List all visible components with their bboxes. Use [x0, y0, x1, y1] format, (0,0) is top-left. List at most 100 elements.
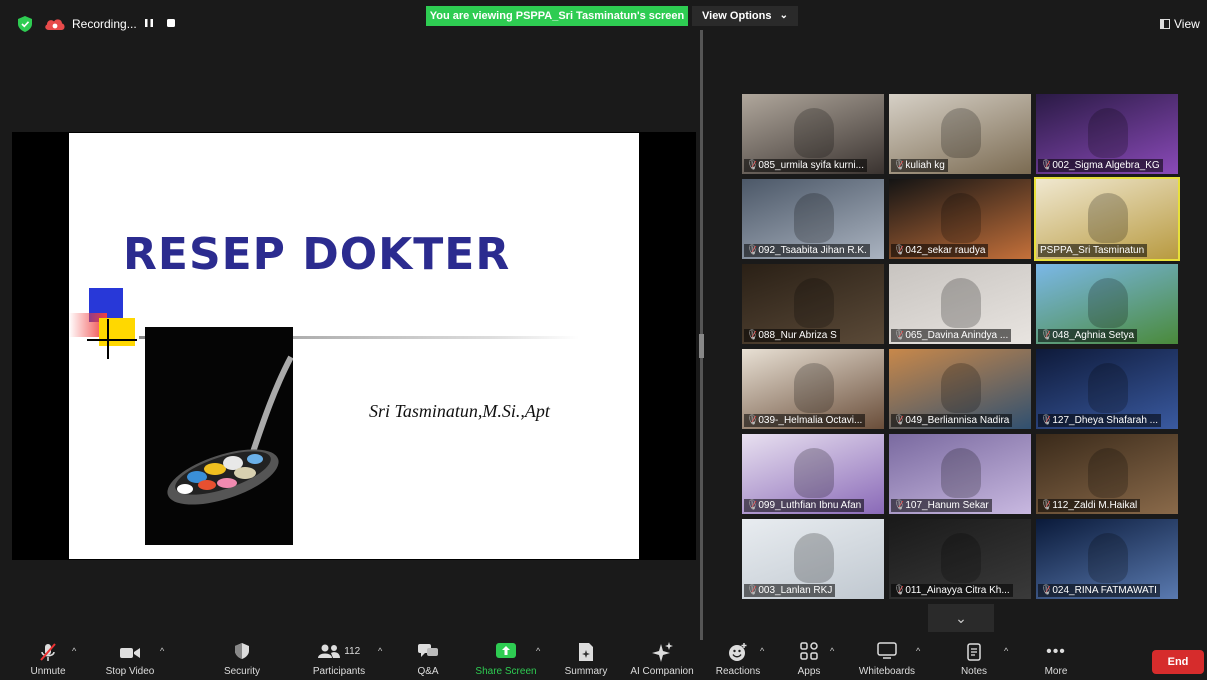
view-options-button[interactable]: View Options ⌄ — [692, 6, 798, 26]
chevron-down-icon: ⌄ — [779, 10, 788, 21]
participants-label: Participants — [312, 666, 366, 677]
gallery-next-page-button[interactable]: ⌄ — [928, 604, 994, 632]
cloud-recording-icon[interactable] — [44, 16, 66, 32]
unmute-button[interactable]: Unmute — [22, 640, 74, 680]
microphone-muted-icon: 🎙 — [893, 585, 906, 596]
whiteboards-button[interactable]: Whiteboards — [852, 640, 922, 680]
participants-button[interactable]: 112 Participants — [304, 640, 374, 680]
microphone-muted-icon: 🎙 — [893, 245, 906, 256]
participant-silhouette — [794, 448, 834, 498]
notes-button[interactable]: Notes — [952, 640, 996, 680]
participant-name-text: kuliah kg — [905, 160, 945, 171]
participant-name: 🎙⁄ 048_Aghnia Setya — [1038, 329, 1138, 342]
shield-icon — [218, 642, 266, 662]
audio-options-caret-icon[interactable]: ^ — [72, 646, 76, 656]
qa-label: Q&A — [417, 666, 439, 677]
pause-recording-icon[interactable] — [144, 18, 154, 28]
share-screen-button[interactable]: Share Screen — [472, 640, 540, 680]
microphone-muted-icon: 🎙 — [1040, 330, 1053, 341]
participant-silhouette — [941, 448, 981, 498]
participant-name-text: 049_Berliannisa Nadira — [905, 415, 1010, 426]
stop-recording-icon[interactable] — [166, 18, 176, 28]
notes-caret-icon[interactable]: ^ — [1004, 646, 1008, 656]
apps-label: Apps — [797, 666, 821, 677]
participant-tile[interactable]: 🎙⁄ 011_Ainayya Citra Kh... — [889, 519, 1031, 599]
microphone-muted-icon: 🎙 — [746, 330, 759, 341]
participant-tile[interactable]: 🎙⁄ 048_Aghnia Setya — [1036, 264, 1178, 344]
ai-companion-label: AI Companion — [630, 666, 694, 677]
microphone-muted-icon: 🎙 — [1040, 500, 1053, 511]
divider-handle[interactable] — [699, 334, 704, 358]
participant-tile[interactable]: 🎙⁄ 099_Luthfian Ibnu Afan — [742, 434, 884, 514]
viewing-screen-banner: You are viewing PSPPA_Sri Tasminatun's s… — [426, 6, 688, 26]
participant-tile[interactable]: 🎙⁄ 065_Davina Anindya ... — [889, 264, 1031, 344]
meeting-toolbar: Unmute ^ Stop Video ^ Security 112 Parti… — [0, 640, 1207, 680]
participant-name: 🎙⁄ 002_Sigma Algebra_KG — [1038, 159, 1163, 172]
apps-caret-icon[interactable]: ^ — [830, 646, 834, 656]
participant-name-text: 024_RINA FATMAWATI — [1052, 585, 1157, 596]
participant-tile[interactable]: 🎙⁄ 049_Berliannisa Nadira — [889, 349, 1031, 429]
summary-button[interactable]: Summary — [560, 640, 612, 680]
share-options-caret-icon[interactable]: ^ — [536, 646, 540, 656]
microphone-muted-icon: 🎙 — [746, 160, 759, 171]
microphone-muted-icon: 🎙 — [893, 500, 906, 511]
reactions-caret-icon[interactable]: ^ — [760, 646, 764, 656]
participant-tile[interactable]: 🎙⁄ 112_Zaldi M.Haikal — [1036, 434, 1178, 514]
participant-silhouette — [941, 533, 981, 583]
layout-icon — [1160, 19, 1170, 29]
participant-tile[interactable]: 🎙⁄ 092_Tsaabita Jihan R.K. — [742, 179, 884, 259]
participant-name-text: 042_sekar raudya — [905, 245, 986, 256]
participant-name-text: 011_Ainayya Citra Kh... — [905, 585, 1010, 596]
participants-count: 112 — [344, 646, 361, 657]
reactions-button[interactable]: Reactions — [712, 640, 764, 680]
participant-name: 🎙⁄ kuliah kg — [891, 159, 948, 172]
participant-tile[interactable]: 🎙⁄ kuliah kg — [889, 94, 1031, 174]
view-button[interactable]: View — [1160, 17, 1200, 31]
participant-tile[interactable]: 🎙⁄ 042_sekar raudya — [889, 179, 1031, 259]
shield-icon[interactable] — [18, 16, 32, 32]
video-options-caret-icon[interactable]: ^ — [160, 646, 164, 656]
participant-name: 🎙⁄ 042_sekar raudya — [891, 244, 989, 257]
apps-button[interactable]: Apps — [790, 640, 828, 680]
participant-silhouette — [1088, 448, 1128, 498]
participant-tile[interactable]: 🎙⁄ 024_RINA FATMAWATI — [1036, 519, 1178, 599]
participant-tile[interactable]: 🎙⁄ 088_Nur Abriza S — [742, 264, 884, 344]
participant-tile[interactable]: 🎙⁄ 107_Hanum Sekar — [889, 434, 1031, 514]
participant-name-text: 099_Luthfian Ibnu Afan — [758, 500, 862, 511]
participants-icon: 112 — [304, 642, 374, 662]
slide-title: RESEP DOKTER — [123, 229, 511, 280]
microphone-muted-icon — [22, 642, 74, 662]
participant-name: 🎙⁄ 003_Lanlan RKJ — [744, 584, 836, 597]
participant-tile[interactable]: 🎙⁄ 003_Lanlan RKJ — [742, 519, 884, 599]
ai-companion-button[interactable]: AI Companion — [624, 640, 700, 680]
participant-tile[interactable]: 🎙⁄ 085_urmila syifa kurni... — [742, 94, 884, 174]
more-button[interactable]: ••• More — [1036, 640, 1076, 680]
participant-name: 🎙⁄ 099_Luthfian Ibnu Afan — [744, 499, 865, 512]
participant-name-text: 112_Zaldi M.Haikal — [1052, 500, 1138, 511]
participant-tile[interactable]: 🎙⁄ 127_Dheya Shafarah ... — [1036, 349, 1178, 429]
participant-tile[interactable]: 🎙⁄ 002_Sigma Algebra_KG — [1036, 94, 1178, 174]
participant-name-text: 092_Tsaabita Jihan R.K. — [758, 245, 867, 256]
slide-author: Sri Tasminatun,M.Si.,Apt — [369, 401, 550, 421]
whiteboards-caret-icon[interactable]: ^ — [916, 646, 920, 656]
participant-name-text: 085_urmila syifa kurni... — [758, 160, 864, 171]
participant-tile[interactable]: PSPPA_Sri Tasminatun — [1034, 177, 1180, 261]
view-label: View — [1174, 17, 1200, 31]
more-label: More — [1044, 666, 1068, 677]
end-meeting-button[interactable]: End — [1152, 650, 1204, 674]
qa-button[interactable]: Q&A — [406, 640, 450, 680]
recording-label: Recording... — [72, 17, 137, 31]
participant-name-text: 039-_Helmalia Octavi... — [758, 415, 863, 426]
stop-video-button[interactable]: Stop Video — [100, 640, 160, 680]
participant-name-text: 127_Dheya Shafarah ... — [1052, 415, 1159, 426]
participants-caret-icon[interactable]: ^ — [378, 646, 382, 656]
security-label: Security — [223, 666, 261, 677]
participant-name-text: 088_Nur Abriza S — [758, 330, 837, 341]
participant-tile[interactable]: 🎙⁄ 039-_Helmalia Octavi... — [742, 349, 884, 429]
participant-name-text: 002_Sigma Algebra_KG — [1052, 160, 1160, 171]
security-button[interactable]: Security — [218, 640, 266, 680]
participant-name: 🎙⁄ 107_Hanum Sekar — [891, 499, 992, 512]
smiley-icon — [712, 642, 764, 662]
decor-square-yellow — [99, 318, 135, 346]
participant-silhouette — [794, 193, 834, 243]
